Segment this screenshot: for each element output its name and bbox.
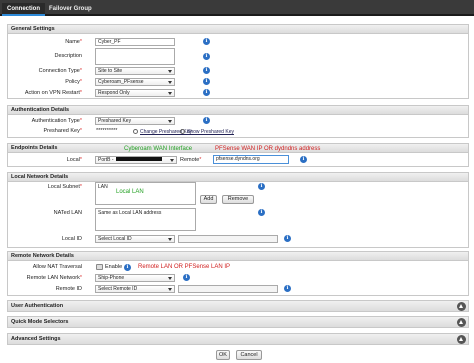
policy-select[interactable]: Cyberoam_PFsense	[95, 78, 175, 86]
policy-label: Policy*	[65, 79, 82, 85]
description-info-icon[interactable]: i	[203, 53, 210, 60]
expand-chevron-icon[interactable]	[457, 318, 466, 327]
vpn-restart-label: Action on VPN Restart*	[24, 90, 82, 96]
enable-label: Enable	[105, 264, 123, 270]
remote-endpoint-label: Remote*	[180, 157, 202, 163]
auth-type-info-icon[interactable]: i	[203, 117, 210, 124]
name-label: Name*	[65, 39, 82, 45]
description-label: Description	[54, 53, 82, 59]
auth-type-select[interactable]: Preshared Key	[95, 117, 175, 125]
remote-lan-label: Remote LAN Network*	[26, 275, 82, 281]
local-network-header: Local Network Details	[8, 173, 468, 182]
pfsense-wan-annotation: PFSense WAN IP OR dydndns address	[215, 146, 321, 152]
remove-button[interactable]: Remove	[222, 195, 254, 204]
tab-failover-group[interactable]: Failover Group	[44, 3, 97, 16]
nat-traversal-toggle[interactable]	[96, 264, 103, 270]
local-id-input[interactable]	[178, 235, 278, 243]
tab-bar: Connection Failover Group	[0, 0, 474, 16]
expand-chevron-icon[interactable]	[457, 335, 466, 344]
remote-id-select[interactable]: Select Remote ID	[95, 285, 175, 293]
remote-id-input[interactable]	[178, 285, 278, 293]
connection-type-label: Connection Type*	[38, 68, 82, 74]
local-id-label: Local ID	[61, 236, 82, 242]
local-subnet-label: Local Subnet*	[47, 184, 82, 190]
local-subnet-info-icon[interactable]: i	[258, 183, 265, 190]
quick-mode-selectors-section[interactable]: Quick Mode Selectors	[7, 316, 469, 328]
vpn-restart-select[interactable]: Respond Only	[95, 89, 175, 97]
local-lan-annotation: Local LAN	[116, 189, 144, 195]
name-input[interactable]: Cyber_PF	[95, 38, 175, 46]
nated-lan-label: NATed LAN	[53, 210, 82, 216]
nat-traversal-info-icon[interactable]: i	[124, 264, 131, 271]
local-subnet-item[interactable]: LAN	[98, 184, 108, 190]
remote-lan-info-icon[interactable]: i	[183, 274, 190, 281]
redacted-ip	[115, 157, 162, 161]
local-endpoint-label: Local*	[66, 157, 82, 163]
endpoint-info-icon[interactable]: i	[300, 156, 307, 163]
name-info-icon[interactable]: i	[203, 38, 210, 45]
nat-traversal-label: Allow NAT Traversal	[32, 264, 82, 270]
policy-info-icon[interactable]: i	[203, 78, 210, 85]
remote-id-info-icon[interactable]: i	[284, 285, 291, 292]
preshared-key-value: **********	[96, 128, 118, 134]
vpn-restart-info-icon[interactable]: i	[203, 89, 210, 96]
cancel-button[interactable]: Cancel	[236, 350, 262, 360]
nated-lan-info-icon[interactable]: i	[258, 209, 265, 216]
connection-type-info-icon[interactable]: i	[203, 67, 210, 74]
general-settings-header: General Settings	[8, 25, 468, 34]
ok-button[interactable]: OK	[216, 350, 230, 360]
user-authentication-section[interactable]: User Authentication	[7, 300, 469, 312]
connection-type-select[interactable]: Site to Site	[95, 67, 175, 75]
remote-endpoint-input[interactable]: pfsense.dyndns.org	[213, 155, 289, 164]
auth-type-label: Authentication Type*	[31, 118, 82, 124]
local-id-info-icon[interactable]: i	[284, 235, 291, 242]
nated-lan-list[interactable]: Same as Local LAN address	[95, 208, 196, 231]
remote-lan-annotation: Remote LAN OR PFSense LAN IP	[138, 264, 231, 270]
tab-connection[interactable]: Connection	[2, 3, 45, 16]
expand-chevron-icon[interactable]	[457, 302, 466, 311]
authentication-header: Authentication Details	[8, 106, 468, 115]
remote-lan-select[interactable]: Ship-Phone	[95, 274, 175, 282]
remote-id-label: Remote ID	[55, 286, 82, 292]
local-id-select[interactable]: Select Local ID	[95, 235, 175, 243]
nated-lan-item[interactable]: Same as Local LAN address	[98, 210, 161, 216]
add-button[interactable]: Add	[200, 195, 217, 204]
description-textarea[interactable]	[95, 48, 175, 65]
show-preshared-key-link[interactable]: Show Preshared Key	[180, 129, 234, 135]
remote-network-header: Remote Network Details	[8, 252, 468, 261]
local-endpoint-select[interactable]: PortB -	[95, 156, 177, 164]
general-settings-section: General Settings	[7, 24, 469, 99]
cyberoam-wan-annotation: Cyberoam WAN Interface	[124, 146, 193, 152]
preshared-key-label: Preshared Key*	[43, 128, 82, 134]
advanced-settings-section[interactable]: Advanced Settings	[7, 333, 469, 345]
local-subnet-list[interactable]: LAN	[95, 182, 196, 205]
